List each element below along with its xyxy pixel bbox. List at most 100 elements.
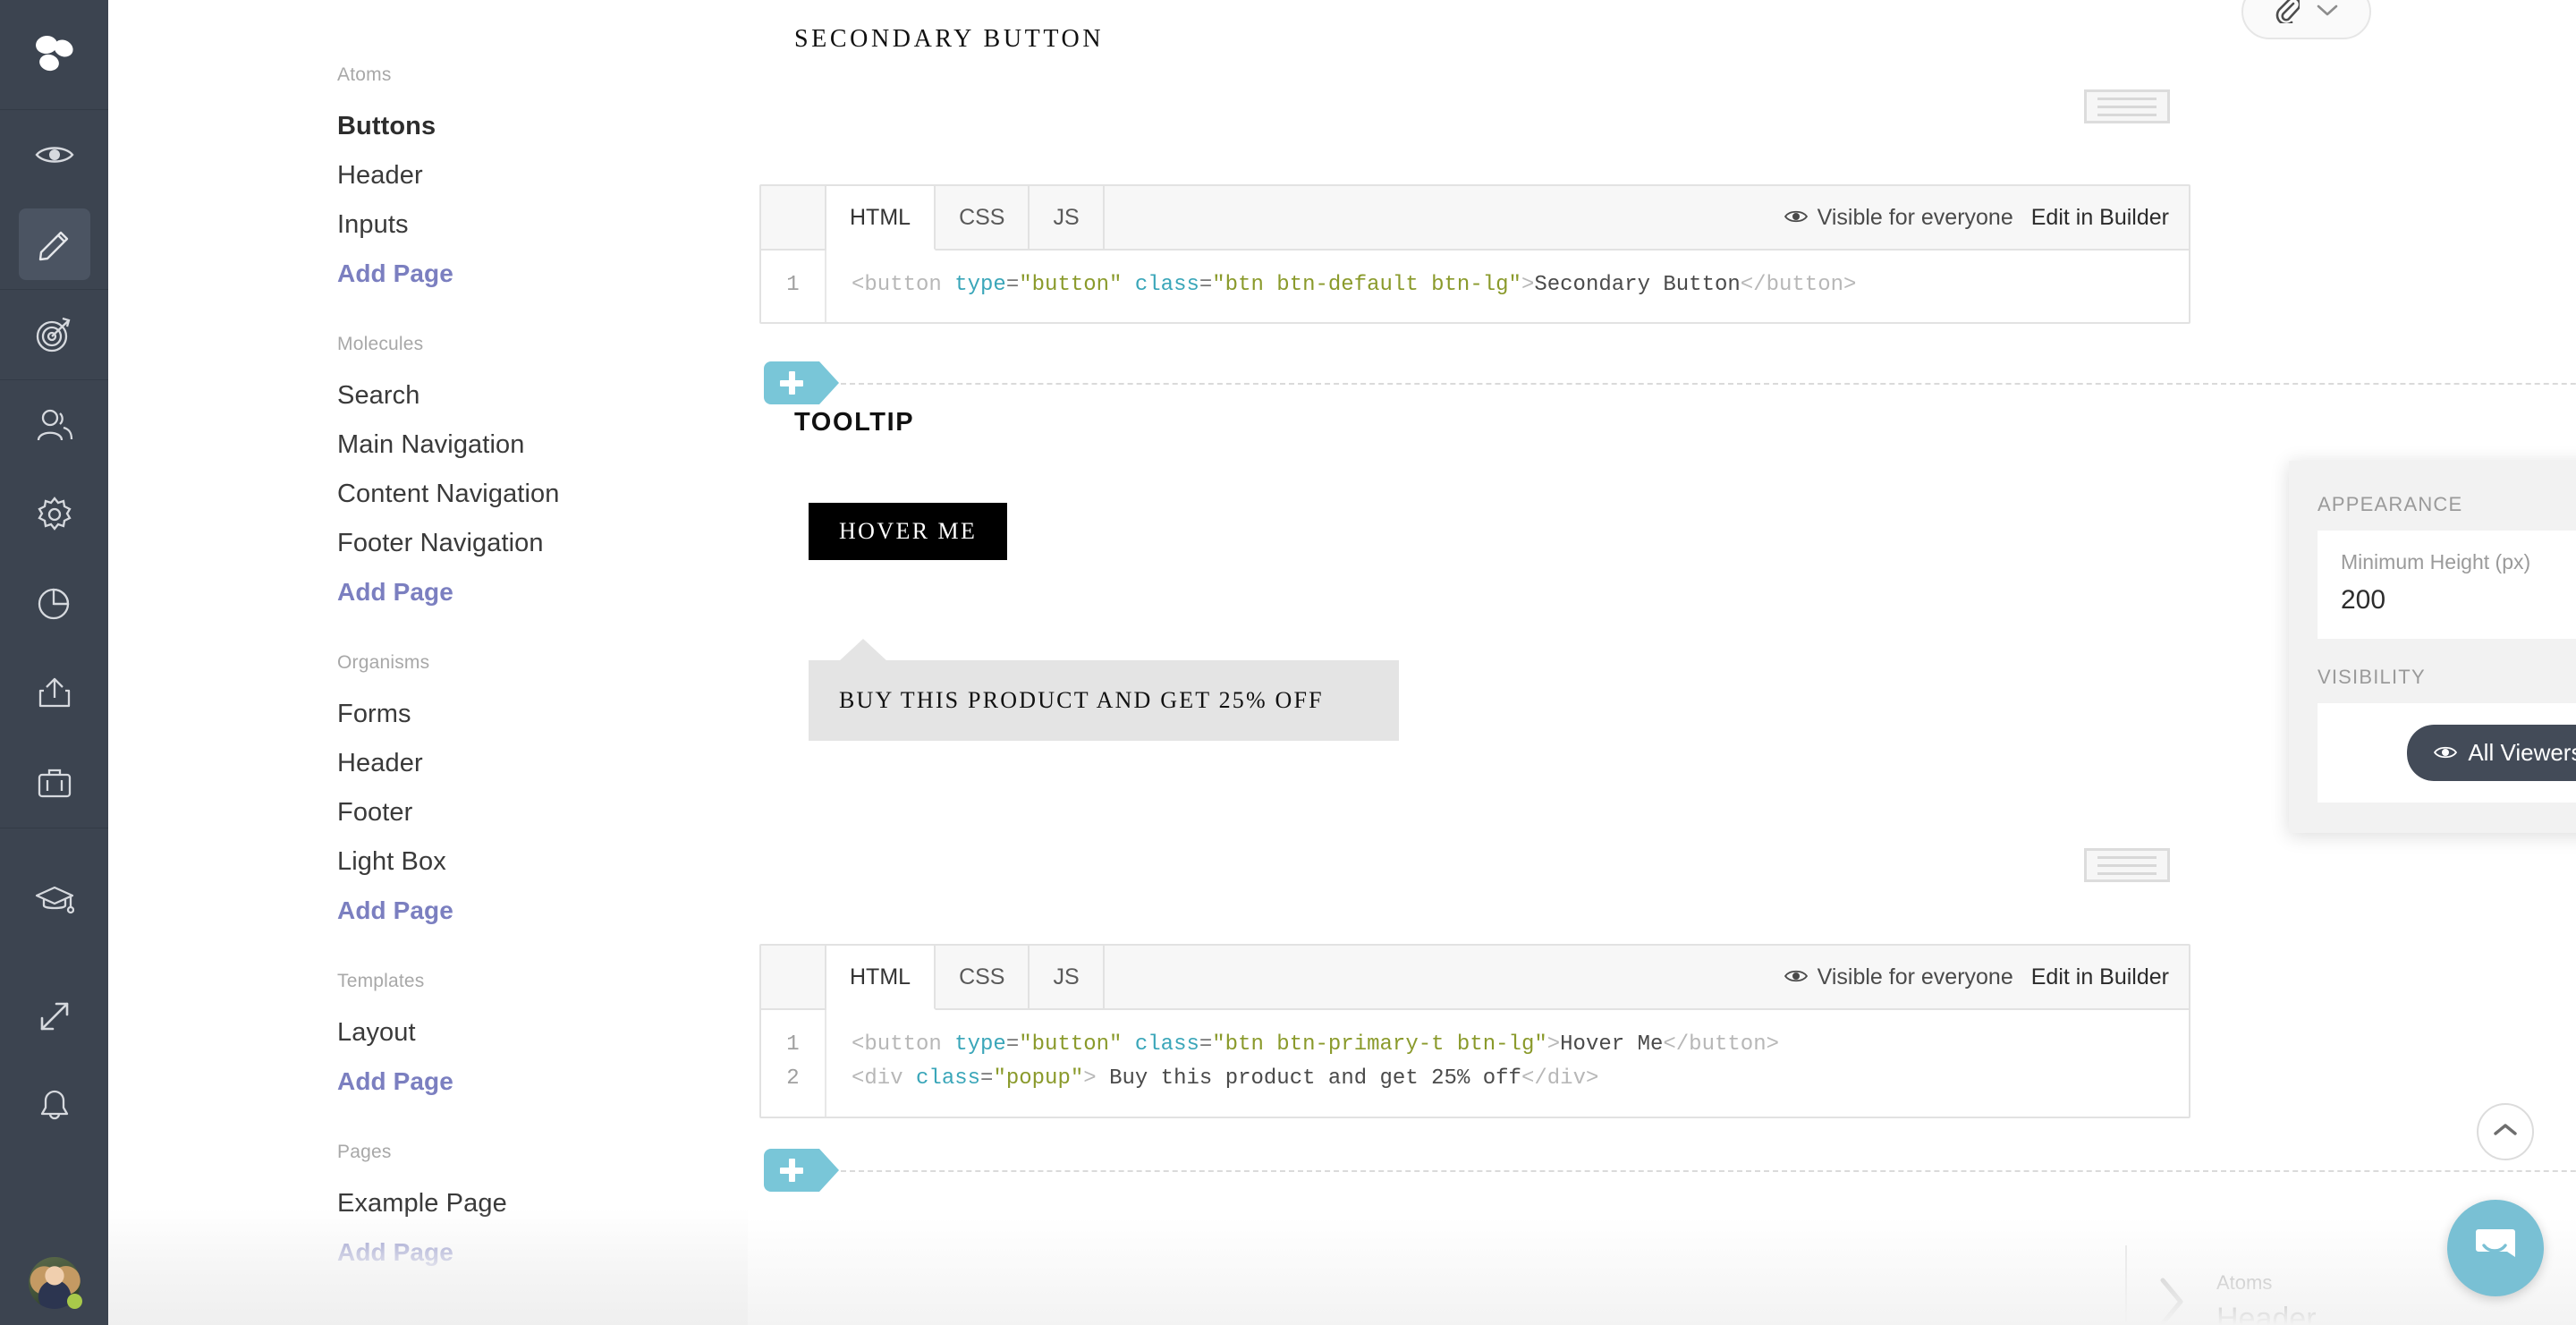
header-spacer bbox=[1105, 946, 1784, 1008]
sidebar-item-example-page[interactable]: Example Page bbox=[337, 1179, 748, 1228]
add-page-templates[interactable]: Add Page bbox=[337, 1057, 748, 1106]
toggle-all-viewers[interactable]: All Viewers bbox=[2407, 725, 2576, 781]
rail-item-portfolio[interactable] bbox=[0, 738, 108, 828]
placeholder-line bbox=[2097, 113, 2157, 116]
sidebar-item-buttons[interactable]: Buttons bbox=[337, 102, 748, 151]
code-token: </button> bbox=[1740, 273, 1857, 297]
tab-css[interactable]: CSS bbox=[936, 946, 1030, 1008]
attachment-pill-top[interactable] bbox=[2241, 0, 2371, 39]
nav-group-label: Atoms bbox=[337, 64, 392, 85]
code-token: "button" bbox=[1019, 1032, 1123, 1057]
next-page-title: Header bbox=[2216, 1301, 2317, 1325]
visibility-toggle-secondary[interactable]: Visible for everyone bbox=[1784, 205, 2013, 231]
visibility-label: Visible for everyone bbox=[1817, 204, 2013, 230]
avatar[interactable] bbox=[29, 1257, 82, 1309]
rail-group-mode bbox=[0, 110, 108, 290]
placeholder-line bbox=[2097, 97, 2157, 100]
rail-item-settings[interactable] bbox=[0, 470, 108, 559]
visibility-control: All Viewers Targeted bbox=[2318, 703, 2576, 803]
code-editor-header: HTML CSS JS Visible for everyone Edit in… bbox=[761, 186, 2189, 251]
code-editor-header: HTML CSS JS Visible for everyone Edit in… bbox=[761, 946, 2189, 1010]
code-token: "btn btn-default btn-lg" bbox=[1212, 273, 1521, 297]
people-icon bbox=[19, 389, 90, 461]
intercom-chat-button[interactable] bbox=[2447, 1200, 2544, 1296]
line-number-gutter: 1 2 bbox=[761, 1010, 826, 1117]
code-token: > bbox=[1546, 1032, 1561, 1057]
nav-section-organisms: Organisms Forms Header Footer Light Box … bbox=[108, 652, 748, 935]
tab-js[interactable]: JS bbox=[1030, 186, 1105, 249]
nav-group-label: Organisms bbox=[337, 652, 430, 673]
section-divider-2 bbox=[841, 1170, 2576, 1172]
rail-item-targeting[interactable] bbox=[0, 290, 108, 379]
code-token: = bbox=[1005, 273, 1020, 297]
placeholder-line bbox=[2097, 871, 2157, 875]
code-editor-body: 1 2 <button type="button" class="btn btn… bbox=[761, 1010, 2189, 1117]
add-page-molecules[interactable]: Add Page bbox=[337, 568, 748, 616]
rail-item-edit[interactable] bbox=[0, 200, 108, 289]
sidebar-item-layout[interactable]: Layout bbox=[337, 1008, 748, 1057]
rail-item-learn[interactable] bbox=[0, 828, 108, 972]
sidebar-item-content-navigation[interactable]: Content Navigation bbox=[337, 470, 748, 519]
visibility-toggle-tooltip[interactable]: Visible for everyone bbox=[1784, 964, 2013, 990]
eye-icon bbox=[19, 119, 90, 191]
sidebar-item-main-navigation[interactable]: Main Navigation bbox=[337, 420, 748, 470]
widget-placeholder-2 bbox=[2084, 848, 2170, 882]
section-heading-secondary-button: SECONDARY BUTTON bbox=[794, 25, 1105, 53]
code-token: </div> bbox=[1521, 1066, 1599, 1091]
rail-item-expand[interactable] bbox=[0, 972, 108, 1061]
add-page-atoms[interactable]: Add Page bbox=[337, 250, 748, 298]
minimum-height-field[interactable]: Minimum Height (px) 200 bbox=[2318, 531, 2576, 639]
tab-html[interactable]: HTML bbox=[826, 186, 936, 251]
rail-item-publish[interactable] bbox=[0, 649, 108, 738]
line-number-gutter: 1 bbox=[761, 251, 826, 323]
plus-icon bbox=[788, 1159, 795, 1182]
edit-in-builder-tooltip[interactable]: Edit in Builder bbox=[2031, 964, 2169, 990]
rail-group-brand bbox=[0, 0, 108, 110]
add-page-organisms[interactable]: Add Page bbox=[337, 887, 748, 935]
nav-group-label: Templates bbox=[337, 971, 425, 991]
eye-icon bbox=[1784, 205, 1808, 231]
add-page-pages[interactable]: Add Page bbox=[337, 1228, 748, 1277]
placeholder-line bbox=[2097, 855, 2157, 859]
sidebar-item-header-organisms[interactable]: Header bbox=[337, 739, 748, 788]
code-token: > bbox=[1083, 1066, 1097, 1091]
tab-css[interactable]: CSS bbox=[936, 186, 1030, 249]
code-token: > bbox=[1521, 273, 1535, 297]
rail-item-audience[interactable] bbox=[0, 380, 108, 470]
visibility-label: Visible for everyone bbox=[1817, 964, 2013, 990]
rail-item-preview[interactable] bbox=[0, 110, 108, 200]
code-content-secondary[interactable]: <button type="button" class="btn btn-def… bbox=[826, 251, 1856, 322]
code-content-tooltip[interactable]: <button type="button" class="btn btn-pri… bbox=[826, 1010, 1779, 1117]
nav-section-molecules: Molecules Search Main Navigation Content… bbox=[108, 334, 748, 616]
sidebar-item-forms[interactable]: Forms bbox=[337, 690, 748, 739]
add-section-button-2[interactable] bbox=[764, 1149, 839, 1192]
rail-item-analytics[interactable] bbox=[0, 559, 108, 649]
line-number: 1 bbox=[786, 1032, 800, 1057]
next-page-link[interactable]: Atoms Header bbox=[2125, 1245, 2317, 1325]
tab-html[interactable]: HTML bbox=[826, 946, 936, 1010]
tab-js[interactable]: JS bbox=[1030, 946, 1105, 1008]
sidebar-item-footer[interactable]: Footer bbox=[337, 788, 748, 837]
sidebar-item-light-box[interactable]: Light Box bbox=[337, 837, 748, 887]
upload-icon bbox=[19, 658, 90, 729]
edit-in-builder-secondary[interactable]: Edit in Builder bbox=[2031, 205, 2169, 231]
code-token: class bbox=[916, 1066, 981, 1091]
minimum-height-label: Minimum Height (px) bbox=[2341, 550, 2531, 573]
sidebar-item-search[interactable]: Search bbox=[337, 371, 748, 420]
add-section-button-1[interactable] bbox=[764, 361, 839, 404]
scroll-to-top-button[interactable] bbox=[2477, 1103, 2534, 1160]
next-page-group: Atoms bbox=[2216, 1270, 2273, 1294]
brand-logo-button[interactable] bbox=[0, 0, 108, 109]
target-icon bbox=[19, 299, 90, 370]
section-divider-1 bbox=[841, 383, 2576, 385]
rail-item-notifications[interactable] bbox=[0, 1061, 108, 1151]
hover-me-button[interactable]: HOVER ME bbox=[809, 503, 1008, 560]
briefcase-icon bbox=[19, 747, 90, 819]
visibility-toggle-group: All Viewers Targeted bbox=[2407, 725, 2576, 781]
sidebar-item-inputs[interactable]: Inputs bbox=[337, 200, 748, 250]
chevron-right-icon bbox=[2154, 1273, 2190, 1325]
minimum-height-input[interactable]: 200 bbox=[2341, 585, 2576, 616]
sidebar-item-header-atoms[interactable]: Header bbox=[337, 151, 748, 200]
sidebar-item-footer-navigation[interactable]: Footer Navigation bbox=[337, 519, 748, 568]
